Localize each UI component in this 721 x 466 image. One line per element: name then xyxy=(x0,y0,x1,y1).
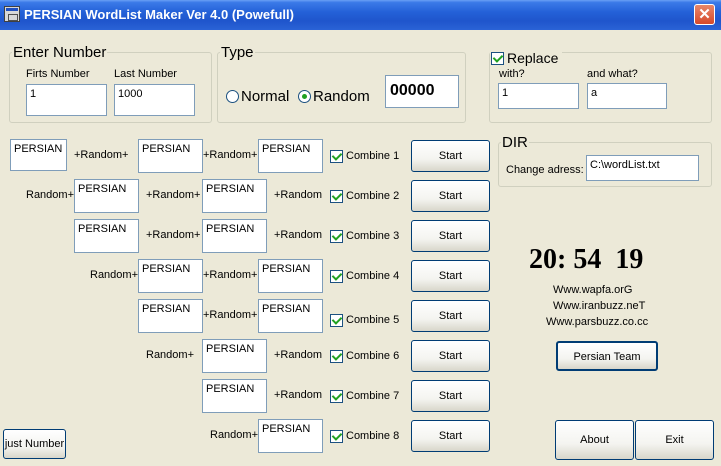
normal-radio-label[interactable]: Normal xyxy=(241,88,289,105)
row5-textbox-2[interactable]: PERSIAN xyxy=(258,299,323,333)
last-number-input[interactable]: 1000 xyxy=(114,84,195,116)
close-button[interactable]: ✕ xyxy=(694,4,715,25)
row3-mid2-label: +Random xyxy=(274,229,323,241)
replace-legend: Replace xyxy=(506,50,560,66)
start-button-3[interactable]: Start xyxy=(411,220,490,252)
combine-1-label[interactable]: Combine 1 xyxy=(346,150,399,162)
replace-with-label: with? xyxy=(499,68,525,80)
random-radio-label[interactable]: Random xyxy=(313,88,370,105)
start-button-5[interactable]: Start xyxy=(411,300,490,332)
title-bar: PERSIAN WordList Maker Ver 4.0 (Powefull… xyxy=(0,0,721,30)
start-button-7[interactable]: Start xyxy=(411,380,490,412)
row8-textbox-1[interactable]: PERSIAN xyxy=(258,419,323,453)
row1-mid2-label: +Random+ xyxy=(203,149,258,161)
first-number-label: Firts Number xyxy=(26,68,90,80)
random-radio[interactable] xyxy=(298,90,311,103)
row4-mid-label: +Random+ xyxy=(203,269,258,281)
row4-prefix-label: Random+ xyxy=(90,269,139,281)
about-button[interactable]: About xyxy=(555,420,634,460)
clock-minutes: 54 xyxy=(573,244,602,275)
start-button-8[interactable]: Start xyxy=(411,420,490,452)
row6-mid2-label: +Random xyxy=(274,349,323,361)
row2-textbox-2[interactable]: PERSIAN xyxy=(202,179,267,213)
link-wapfa[interactable]: Www.wapfa.orG xyxy=(553,284,632,296)
row2-mid-label: +Random+ xyxy=(146,189,201,201)
combine-3-checkbox[interactable] xyxy=(330,230,343,243)
last-number-label: Last Number xyxy=(114,68,177,80)
row2-prefix-label: Random+ xyxy=(26,189,75,201)
combine-6-checkbox[interactable] xyxy=(330,350,343,363)
persian-team-button[interactable]: Persian Team xyxy=(556,341,658,371)
path-input[interactable]: C:\wordList.txt xyxy=(586,155,699,181)
combine-7-label[interactable]: Combine 7 xyxy=(346,390,399,402)
row2-mid2-label: +Random xyxy=(274,189,323,201)
exit-button[interactable]: Exit xyxy=(635,420,714,460)
combine-1-checkbox[interactable] xyxy=(330,150,343,163)
clock-hours: 20 xyxy=(529,244,557,275)
start-button-6[interactable]: Start xyxy=(411,340,490,372)
normal-radio[interactable] xyxy=(226,90,239,103)
type-legend: Type xyxy=(220,44,255,61)
row6-prefix-label: Random+ xyxy=(146,349,195,361)
row4-textbox-2[interactable]: PERSIAN xyxy=(258,259,323,293)
main-window: Enter Number Firts Number 1 Last Number … xyxy=(3,30,718,463)
row1-mid-label: +Random+ xyxy=(74,149,129,161)
combine-5-checkbox[interactable] xyxy=(330,314,343,327)
row1-textbox-2[interactable]: PERSIAN xyxy=(138,139,203,173)
clock-separator: : xyxy=(557,244,567,275)
clock-seconds: 19 xyxy=(615,244,644,275)
first-number-input[interactable]: 1 xyxy=(26,84,107,116)
row3-textbox-2[interactable]: PERSIAN xyxy=(202,219,267,253)
row6-textbox-1[interactable]: PERSIAN xyxy=(202,339,267,373)
combine-5-label[interactable]: Combine 5 xyxy=(346,314,399,326)
combine-6-label[interactable]: Combine 6 xyxy=(346,350,399,362)
row4-textbox-1[interactable]: PERSIAN xyxy=(138,259,203,293)
app-icon[interactable] xyxy=(4,6,20,22)
combine-4-checkbox[interactable] xyxy=(330,270,343,283)
combine-2-label[interactable]: Combine 2 xyxy=(346,190,399,202)
row2-textbox-1[interactable]: PERSIAN xyxy=(74,179,139,213)
link-iranbuzz[interactable]: Www.iranbuzz.neT xyxy=(553,300,645,312)
combine-2-checkbox[interactable] xyxy=(330,190,343,203)
row8-prefix-label: Random+ xyxy=(210,429,259,441)
start-button-4[interactable]: Start xyxy=(411,260,490,292)
combine-7-checkbox[interactable] xyxy=(330,390,343,403)
row7-mid2-label: +Random xyxy=(274,389,323,401)
replace-what-input[interactable]: a xyxy=(587,83,667,109)
combine-8-label[interactable]: Combine 8 xyxy=(346,430,399,442)
change-address-label: Change adress: xyxy=(506,164,584,176)
link-parsbuzz[interactable]: Www.parsbuzz.co.cc xyxy=(546,316,648,328)
start-button-2[interactable]: Start xyxy=(411,180,490,212)
replace-checkbox[interactable] xyxy=(491,52,504,65)
combine-3-label[interactable]: Combine 3 xyxy=(346,230,399,242)
dir-legend: DIR xyxy=(501,134,529,151)
replace-what-label: and what? xyxy=(587,68,638,80)
row3-textbox-1[interactable]: PERSIAN xyxy=(74,219,139,253)
row5-textbox-1[interactable]: PERSIAN xyxy=(138,299,203,333)
row1-textbox-1[interactable]: PERSIAN xyxy=(10,139,67,171)
just-number-button[interactable]: just Number xyxy=(3,429,66,459)
digits-input[interactable]: 00000 xyxy=(385,75,459,108)
row5-mid-label: +Random+ xyxy=(203,309,258,321)
row7-textbox-1[interactable]: PERSIAN xyxy=(202,379,267,413)
row3-mid-label: +Random+ xyxy=(146,229,201,241)
replace-with-input[interactable]: 1 xyxy=(498,83,579,109)
combine-4-label[interactable]: Combine 4 xyxy=(346,270,399,282)
start-button-1[interactable]: Start xyxy=(411,140,490,172)
clock-display: 20: 54 19 xyxy=(529,244,643,276)
combine-8-checkbox[interactable] xyxy=(330,430,343,443)
enter-number-legend: Enter Number xyxy=(12,44,108,61)
row1-textbox-3[interactable]: PERSIAN xyxy=(258,139,323,173)
window-title: PERSIAN WordList Maker Ver 4.0 (Powefull… xyxy=(24,7,294,22)
